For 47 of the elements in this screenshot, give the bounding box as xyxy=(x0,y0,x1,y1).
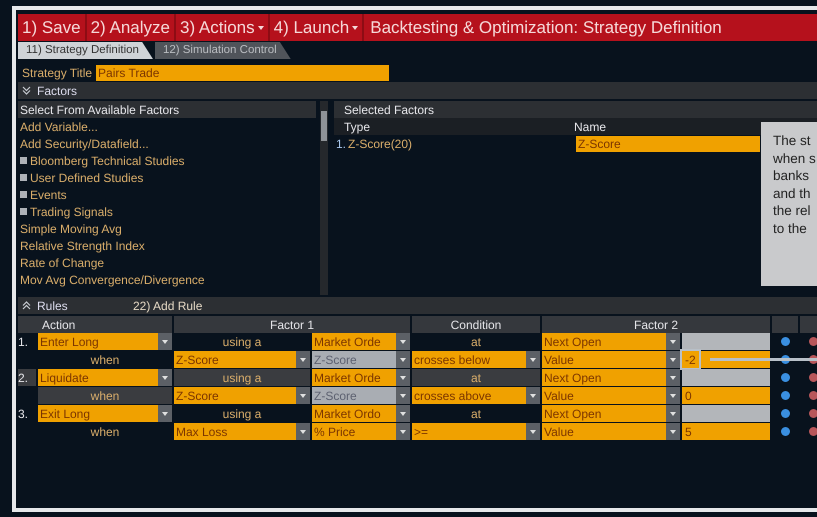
list-item[interactable]: Simple Moving Avg xyxy=(18,220,316,237)
tree-item[interactable]: Trading Signals xyxy=(30,202,113,220)
tooltip-text: when s xyxy=(773,150,817,167)
column-header: Name xyxy=(574,118,606,136)
value-field[interactable]: 0 xyxy=(682,387,770,404)
column-header: Condition xyxy=(412,316,540,333)
tooltip-text: The st xyxy=(773,132,812,150)
tab[interactable]: 12) Simulation Control xyxy=(154,42,291,59)
double-chevron-down-icon[interactable] xyxy=(22,86,31,95)
tab[interactable]: 11) Strategy Definition xyxy=(18,42,153,59)
window-title: Backtesting & Optimization: Strategy Definition xyxy=(369,16,723,39)
value-field[interactable]: 5 xyxy=(682,423,770,440)
list-item[interactable]: Add Variable... xyxy=(18,118,316,135)
tooltip-text: the rel xyxy=(773,202,812,220)
tree-item[interactable]: User Defined Studies xyxy=(30,168,144,186)
list-item[interactable]: Rate of Change xyxy=(18,254,316,271)
strategy-title-field[interactable]: Pairs Trade xyxy=(96,64,390,80)
column-header xyxy=(772,316,798,333)
column-header: Action xyxy=(18,316,172,333)
section-title: Factors xyxy=(37,82,78,100)
row-number: 1. xyxy=(335,136,346,152)
section-title: Rules xyxy=(37,298,69,314)
tooltip-text: banks xyxy=(773,167,810,184)
tree-item[interactable]: Bloomberg Technical Studies xyxy=(30,152,185,170)
name-field[interactable]: Z-Score xyxy=(576,136,760,152)
list-item[interactable]: Relative Strength Index xyxy=(18,237,316,254)
connector-text: using a xyxy=(174,369,310,386)
connector-text: at xyxy=(412,369,540,386)
connector-text: when xyxy=(38,387,172,404)
column-header: Factor 2 xyxy=(542,316,770,333)
scrollbar[interactable] xyxy=(320,101,328,295)
row-number: 2. xyxy=(18,369,36,386)
list-header: Selected Factors xyxy=(334,101,817,118)
caret-icon xyxy=(352,26,358,30)
add-rule-button[interactable]: 22) Add Rule xyxy=(133,296,202,314)
double-chevron-up-icon[interactable] xyxy=(22,301,31,310)
list-header: Select From Available Factors xyxy=(18,101,316,118)
list-item[interactable]: Mov Avg Convergence/Divergence xyxy=(18,271,316,288)
caret-icon xyxy=(258,26,264,30)
table-cell-text: Z-Score(20) xyxy=(347,136,414,152)
column-header: Factor 1 xyxy=(174,316,410,333)
field-label: Strategy Title xyxy=(21,64,94,82)
tree-item[interactable]: Events xyxy=(30,186,67,204)
tooltip-text: to the xyxy=(773,220,808,237)
column-header: Type xyxy=(343,118,372,136)
list-item[interactable]: Add Security/Datafield... xyxy=(18,135,316,152)
tooltip-text: and th xyxy=(773,184,812,202)
